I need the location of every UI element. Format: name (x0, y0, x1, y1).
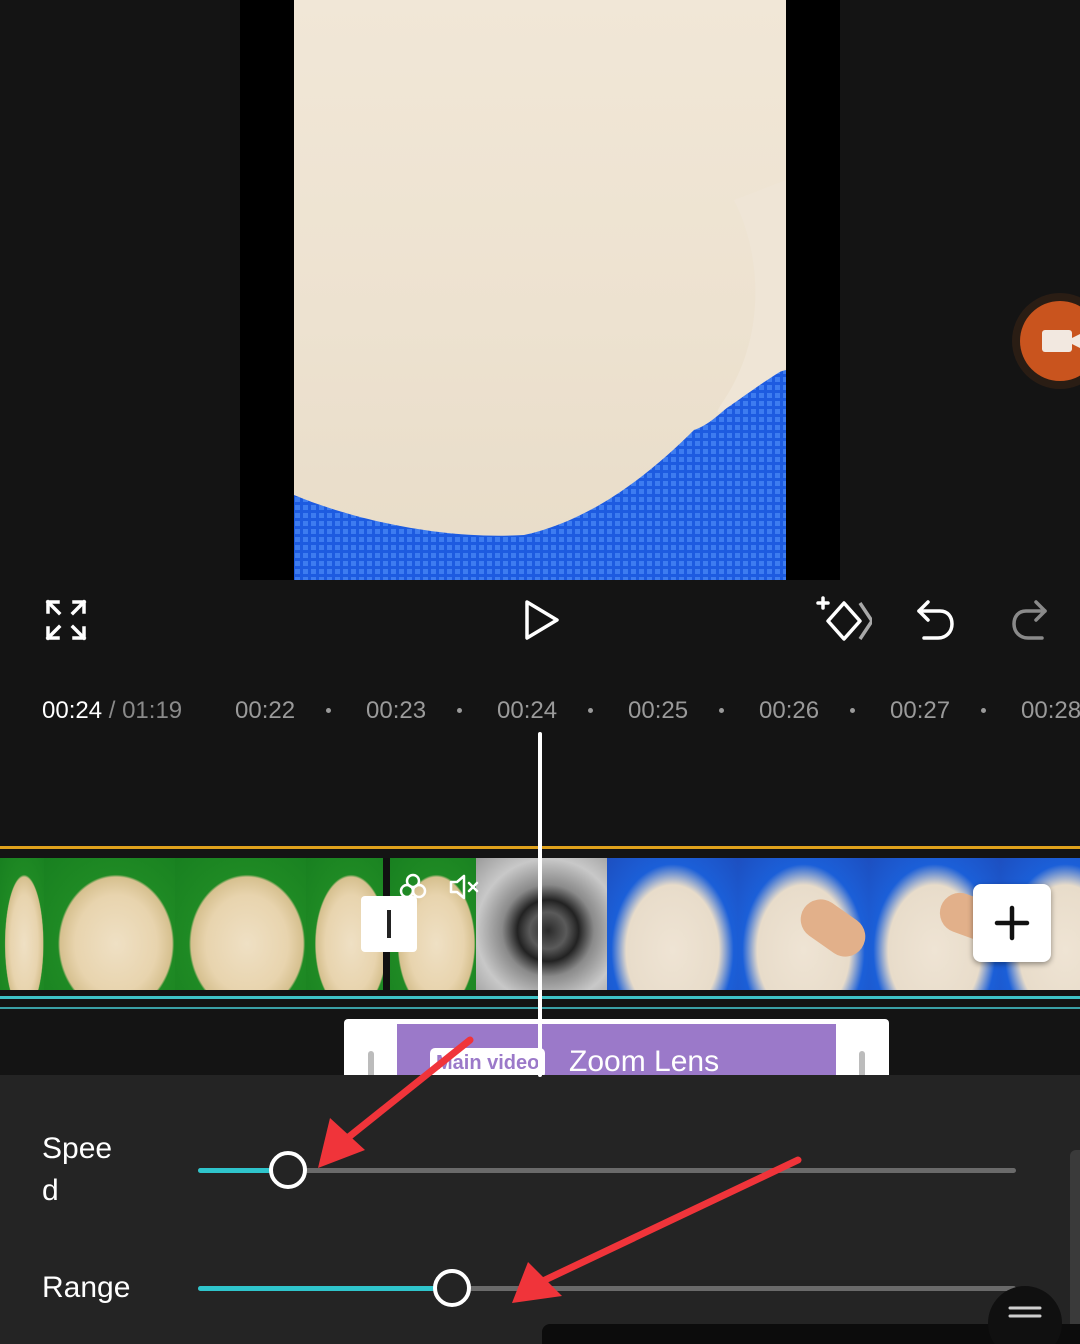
video-frame-image (294, 0, 786, 580)
time-tick: 00:27 (890, 697, 951, 724)
range-slider-fill (198, 1286, 452, 1291)
speed-label: Spee d (42, 1132, 113, 1207)
speed-slider[interactable] (198, 1150, 1016, 1190)
add-clip-button[interactable] (973, 884, 1051, 962)
playhead[interactable] (538, 732, 542, 1077)
effect-clip[interactable]: Main video Zoom Lens (344, 1019, 889, 1079)
speed-slider-thumb[interactable] (268, 1151, 307, 1189)
range-slider[interactable] (198, 1268, 1016, 1308)
undo-button[interactable] (910, 592, 960, 648)
undo-icon (917, 600, 954, 640)
panel-scrollbar[interactable] (1070, 1150, 1080, 1344)
clip-thumbnail (0, 858, 44, 990)
time-separator: / (108, 697, 116, 724)
time-readout: 00:24 / 01:19 (42, 697, 182, 725)
tick-dot (850, 708, 855, 713)
effect-target-badge: Main video (430, 1048, 546, 1078)
play-button[interactable] (515, 592, 567, 648)
time-tick: 00:23 (366, 697, 427, 724)
mute-icon (449, 874, 479, 900)
menu-icon (1008, 1306, 1042, 1318)
tick-dot (588, 708, 593, 713)
time-tick: 00:25 (628, 697, 689, 724)
time-tick: 00:28 (1021, 697, 1080, 724)
clip-trim-handle[interactable] (361, 896, 417, 952)
fullscreen-icon (45, 599, 87, 641)
effect-icon (399, 873, 427, 899)
speed-slider-track (198, 1168, 1016, 1173)
total-time: 01:19 (122, 697, 183, 724)
tick-dot (719, 708, 724, 713)
keyframe-button[interactable] (812, 592, 874, 648)
clip-thumbnail (44, 858, 175, 990)
tick-dot (457, 708, 462, 713)
clip-thumbnail (175, 858, 306, 990)
redo-icon (1012, 600, 1047, 640)
tick-dot (326, 708, 331, 713)
fullscreen-button[interactable] (40, 592, 92, 648)
time-tick: 00:22 (235, 697, 296, 724)
video-preview[interactable] (240, 0, 840, 580)
current-time: 00:24 (42, 697, 103, 724)
range-label: Range (42, 1271, 131, 1304)
redo-button[interactable] (1004, 592, 1054, 648)
clip-thumbnail (607, 858, 738, 990)
video-camera-icon (1042, 330, 1080, 352)
range-slider-thumb[interactable] (432, 1269, 471, 1307)
time-tick: 00:26 (759, 697, 820, 724)
tick-dot (981, 708, 986, 713)
keyframe-add-icon (816, 596, 872, 641)
video-basket-graphic (294, 180, 786, 580)
effect-name: Zoom Lens (569, 1045, 720, 1078)
clip-thumbnail (738, 858, 869, 990)
play-icon (525, 600, 559, 640)
plus-icon (994, 905, 1030, 941)
time-tick: 00:24 (497, 697, 558, 724)
